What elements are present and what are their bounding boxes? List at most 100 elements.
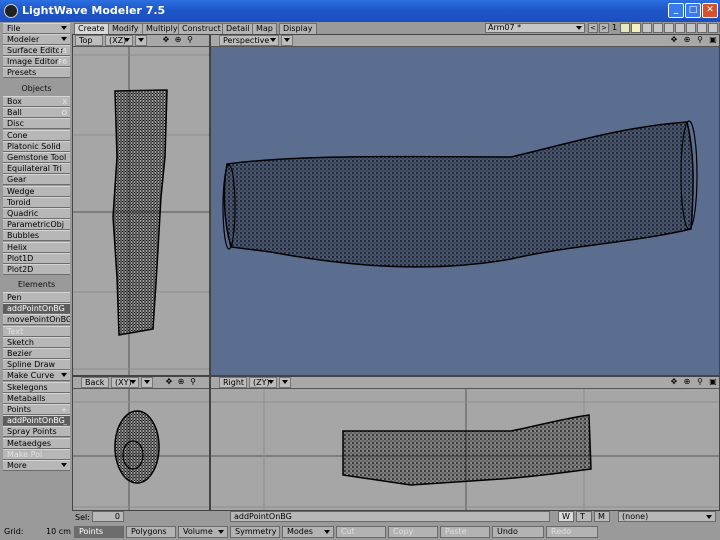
rotate-view-icon[interactable]: ⊕ xyxy=(682,378,692,387)
material-mode-button[interactable]: M xyxy=(594,511,610,522)
element-bezier-button[interactable]: Bezier xyxy=(3,348,70,359)
layer-slot-6[interactable] xyxy=(675,23,685,33)
tab-modify[interactable]: Modify xyxy=(108,23,143,34)
tab-display[interactable]: Display xyxy=(279,23,317,34)
cut-button[interactable]: Cut xyxy=(336,526,386,538)
element-spray-points-button[interactable]: Spray Points xyxy=(3,426,70,438)
move-view-icon[interactable]: ✥ xyxy=(161,36,171,45)
viewport-axis-select[interactable]: (ZY) xyxy=(249,377,277,388)
viewport-axis-select[interactable]: (XY) xyxy=(111,377,139,388)
layer-slot-8[interactable] xyxy=(697,23,707,33)
object-cone-button[interactable]: Cone xyxy=(3,129,70,141)
object-box-button[interactable]: Box X xyxy=(3,96,70,107)
prev-layer-button[interactable]: < xyxy=(588,23,598,33)
viewport-top[interactable]: Top (XZ) ✥ ⊕ ⚲ xyxy=(72,34,210,376)
element-sketch-button[interactable]: Sketch xyxy=(3,336,70,348)
perspective-canvas[interactable] xyxy=(211,47,719,375)
element-spline-draw-button[interactable]: Spline Draw xyxy=(3,359,70,371)
viewport-right[interactable]: Right (ZY) ✥ ⊕ ⚲ ▣ xyxy=(210,376,720,511)
layer-slot-4[interactable] xyxy=(653,23,663,33)
viewport-options-button[interactable] xyxy=(141,377,153,388)
viewport-type-select[interactable]: Back xyxy=(81,377,109,388)
element-movepointonbg-button[interactable]: movePointOnBG xyxy=(3,314,70,326)
move-view-icon[interactable]: ✥ xyxy=(669,378,679,387)
object-platonic-solid-button[interactable]: Platonic Solid xyxy=(3,140,70,152)
rotate-view-icon[interactable]: ⊕ xyxy=(176,378,186,387)
element-pen-button[interactable]: Pen xyxy=(3,292,70,303)
viewport-type-select[interactable]: Perspective xyxy=(219,35,279,46)
maximize-button[interactable]: □ xyxy=(685,3,701,18)
viewport-back[interactable]: Back (XY) ✥ ⊕ ⚲ xyxy=(72,376,210,511)
element-skelegons-button[interactable]: Skelegons xyxy=(3,381,70,393)
texture-mode-button[interactable]: T xyxy=(576,511,592,522)
symmetry-toggle[interactable]: Symmetry xyxy=(230,526,280,538)
minimize-button[interactable]: _ xyxy=(668,3,684,18)
layer-slot-5[interactable] xyxy=(664,23,674,33)
object-gear-button[interactable]: Gear xyxy=(3,174,70,186)
current-object-select[interactable]: Arm07 * xyxy=(485,23,585,33)
maximize-view-icon[interactable]: ▣ xyxy=(708,36,718,45)
polygons-mode-button[interactable]: Polygons xyxy=(126,526,176,538)
redo-button[interactable]: Redo xyxy=(546,526,598,538)
rotate-view-icon[interactable]: ⊕ xyxy=(682,36,692,45)
element-make-curve-button[interactable]: Make Curve xyxy=(3,370,70,382)
object-parametricobj-button[interactable]: ParametricObj xyxy=(3,219,70,231)
close-button[interactable]: ✕ xyxy=(702,3,718,18)
zoom-view-icon[interactable]: ⚲ xyxy=(185,36,195,45)
tab-multiply[interactable]: Multiply xyxy=(142,23,182,34)
zoom-view-icon[interactable]: ⚲ xyxy=(695,378,705,387)
move-view-icon[interactable]: ✥ xyxy=(164,378,174,387)
file-menu[interactable]: File xyxy=(3,23,70,34)
tab-detail[interactable]: Detail xyxy=(222,23,254,34)
object-equilateral-tri-button[interactable]: Equilateral Tri xyxy=(3,163,70,175)
element-addpointonbg-button[interactable]: addPointOnBG _ xyxy=(3,415,70,427)
viewport-type-select[interactable]: Top xyxy=(75,35,103,46)
object-toroid-button[interactable]: Toroid xyxy=(3,196,70,208)
object-bubbles-button[interactable]: Bubbles xyxy=(3,230,70,242)
viewport-type-select[interactable]: Right xyxy=(219,377,247,388)
element-metaballs-button[interactable]: Metaballs xyxy=(3,392,70,404)
viewport-perspective[interactable]: Perspective ✥ ⊕ ⚲ ▣ xyxy=(210,34,720,376)
volume-mode-button[interactable]: Volume xyxy=(178,526,228,538)
object-gemstone-tool-button[interactable]: Gemstone Tool xyxy=(3,152,70,163)
zoom-view-icon[interactable]: ⚲ xyxy=(695,36,705,45)
undo-button[interactable]: Undo xyxy=(492,526,544,538)
rotate-view-icon[interactable]: ⊕ xyxy=(173,36,183,45)
layer-slot-9[interactable] xyxy=(708,23,718,33)
element-points-button[interactable]: Points + xyxy=(3,404,70,415)
element-metaedges-button[interactable]: Metaedges xyxy=(3,437,70,449)
tab-map[interactable]: Map xyxy=(252,23,277,34)
layer-slot-3[interactable] xyxy=(642,23,652,33)
modes-menu[interactable]: Modes xyxy=(282,526,334,538)
copy-button[interactable]: Copy xyxy=(388,526,438,538)
zoom-view-icon[interactable]: ⚲ xyxy=(188,378,198,387)
points-mode-button[interactable]: Points xyxy=(74,526,124,538)
viewport-options-button[interactable] xyxy=(135,35,147,46)
object-plot2d-button[interactable]: Plot2D xyxy=(3,264,70,275)
next-layer-button[interactable]: > xyxy=(599,23,609,33)
object-helix-button[interactable]: Helix xyxy=(3,241,70,253)
modeler-menu[interactable]: Modeler xyxy=(3,34,70,45)
object-wedge-button[interactable]: Wedge xyxy=(3,185,70,197)
viewport-axis-select[interactable]: (XZ) xyxy=(105,35,133,46)
surface-select[interactable]: (none) xyxy=(618,511,716,522)
move-view-icon[interactable]: ✥ xyxy=(669,36,679,45)
back-view-canvas[interactable] xyxy=(73,389,209,510)
wireframe-mode-button[interactable]: W xyxy=(558,511,574,522)
element-text-button[interactable]: Text xyxy=(3,325,70,337)
object-plot1d-button[interactable]: Plot1D xyxy=(3,252,70,264)
right-view-canvas[interactable] xyxy=(211,389,719,510)
element-more-button[interactable]: More xyxy=(3,460,70,471)
background-layer-toggle[interactable] xyxy=(631,23,641,33)
image-editor-button[interactable]: Image Editor F6 xyxy=(3,56,70,67)
layer-slot-7[interactable] xyxy=(686,23,696,33)
top-view-canvas[interactable] xyxy=(73,47,209,375)
element-addpointonbg-button[interactable]: addPointOnBG xyxy=(3,303,70,315)
paste-button[interactable]: Paste xyxy=(440,526,490,538)
object-quadric-button[interactable]: Quadric xyxy=(3,208,70,219)
surface-editor-button[interactable]: Surface Editor F5 xyxy=(3,45,70,56)
tab-construct[interactable]: Construct xyxy=(178,23,225,34)
maximize-view-icon[interactable]: ▣ xyxy=(708,378,718,387)
element-make-pol-button[interactable]: Make Pol xyxy=(3,448,70,460)
presets-button[interactable]: Presets xyxy=(3,67,70,78)
